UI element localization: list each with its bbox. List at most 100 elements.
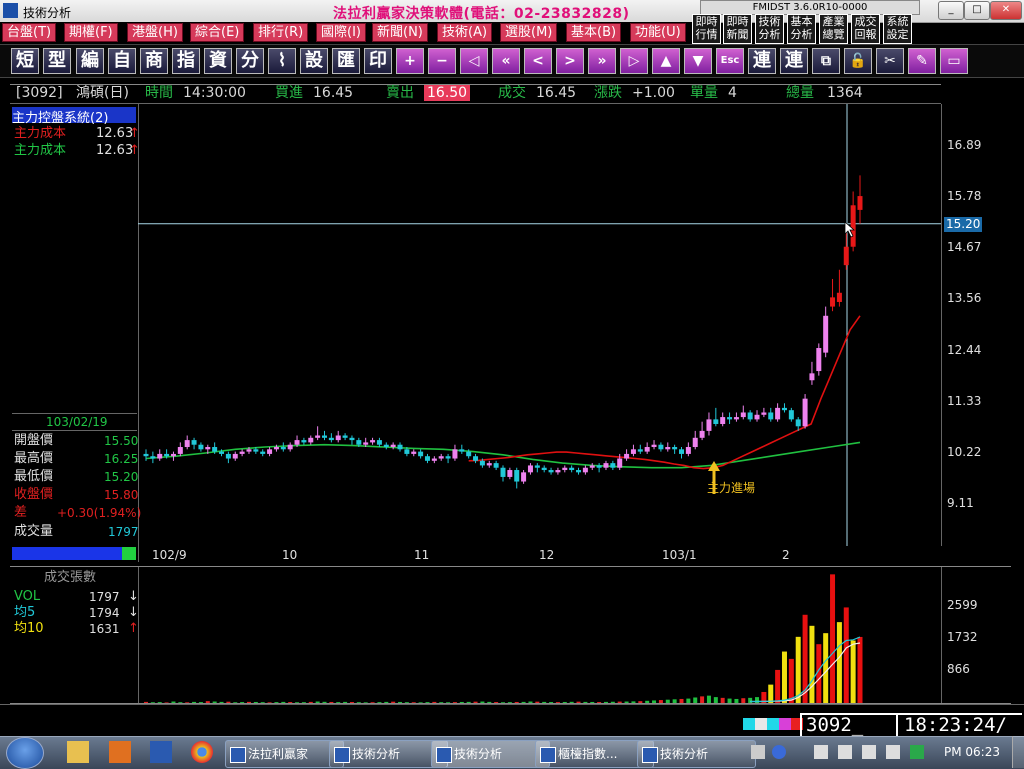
toolbar-edit-button[interactable]: 編	[76, 48, 104, 74]
close-button[interactable]: ✕	[990, 1, 1022, 20]
menu-news[interactable]: 新聞(N)	[372, 23, 428, 42]
stock-code-input[interactable]: 3092_	[806, 714, 863, 736]
start-button[interactable]	[6, 737, 44, 769]
minimize-button[interactable]: _	[938, 1, 964, 20]
mouse-cursor-icon	[843, 221, 856, 238]
toolbar-chart-icon[interactable]: ⌇	[268, 48, 296, 74]
candle-body	[198, 444, 204, 450]
unit-volume-value: 4	[728, 85, 737, 101]
ask-label: 賣出	[386, 85, 414, 101]
last-icon[interactable]: ▷	[620, 48, 648, 74]
maximize-button[interactable]: □	[964, 1, 990, 20]
volume-bar	[260, 702, 265, 703]
candle-body	[534, 465, 540, 468]
volume-bar	[638, 701, 643, 703]
volume-icon[interactable]	[886, 745, 900, 759]
volume-bar	[836, 622, 842, 703]
scissors-icon[interactable]: ✂	[876, 48, 904, 74]
toolbar-index-button[interactable]: 指	[172, 48, 200, 74]
low-value: 15.20	[104, 470, 139, 484]
network-icon[interactable]	[862, 745, 876, 759]
menu-international[interactable]: 國際(I)	[316, 23, 366, 42]
candle-body	[418, 451, 424, 457]
volume-bar	[610, 701, 615, 703]
change-value: +1.00	[632, 85, 675, 101]
toolbar-commodity-button[interactable]: 商	[140, 48, 168, 74]
zoom-in-icon[interactable]: +	[396, 48, 424, 74]
fast-forward-icon[interactable]: »	[588, 48, 616, 74]
down-icon[interactable]: ▼	[684, 48, 712, 74]
taskbar-clock[interactable]: PM 06:23	[944, 745, 1000, 759]
taskbar-technical-analysis-2[interactable]: 技術分析	[431, 740, 550, 768]
volume-bar	[336, 702, 341, 703]
drive-icon[interactable]	[910, 745, 924, 759]
taskbar-technical-analysis-3[interactable]: 技術分析	[637, 740, 756, 768]
toolbar-split-button[interactable]: 分	[236, 48, 264, 74]
zoom-out-icon[interactable]: −	[428, 48, 456, 74]
forward-icon[interactable]: >	[556, 48, 584, 74]
menu-fundamentals[interactable]: 基本(B)	[566, 23, 622, 42]
menu-hk[interactable]: 港盤(H)	[127, 23, 183, 42]
first-icon[interactable]: ◁	[460, 48, 488, 74]
menu-options[interactable]: 期權(F)	[64, 23, 118, 42]
price-chart-area[interactable]	[138, 104, 942, 546]
candle-body	[658, 444, 664, 450]
menu-stock-picking[interactable]: 選股(M)	[500, 23, 558, 42]
date-tick-label: 103/1	[662, 548, 697, 562]
escape-icon[interactable]: Esc	[716, 48, 744, 74]
up-arrow-icon: ↑	[128, 621, 139, 636]
back-icon[interactable]: <	[524, 48, 552, 74]
up-icon[interactable]: ▲	[652, 48, 680, 74]
scroll-thumb[interactable]	[122, 547, 136, 560]
show-desktop-button[interactable]	[1012, 736, 1024, 768]
quick-realtime-quote[interactable]: 即時 行情	[692, 14, 721, 44]
keyboard-icon[interactable]	[751, 745, 765, 759]
toolbar-short-button[interactable]: 短	[11, 48, 39, 74]
toolbar-link-button[interactable]: 連	[748, 48, 776, 74]
toolbar-custom-button[interactable]: 自	[108, 48, 136, 74]
toolbar-print-button[interactable]: 印	[364, 48, 392, 74]
explorer-icon[interactable]	[67, 741, 89, 763]
tray-arrow-icon[interactable]	[814, 745, 828, 759]
taskbar-ferrari-app[interactable]: 法拉利贏家	[225, 740, 344, 768]
flag-icon[interactable]	[838, 745, 852, 759]
candle-body	[651, 444, 657, 448]
quick-technical-analysis[interactable]: 技術 分析	[755, 14, 784, 44]
bid-label: 買進	[275, 85, 303, 101]
menu-ranking[interactable]: 排行(R)	[253, 23, 309, 42]
quick-industry-overview[interactable]: 產業 總覽	[819, 14, 848, 44]
quick-realtime-news[interactable]: 即時 新聞	[723, 14, 752, 44]
word-icon[interactable]	[150, 741, 172, 763]
selected-date: 103/02/19	[46, 415, 108, 429]
quick-fundamental-analysis[interactable]: 基本 分析	[787, 14, 816, 44]
menu-technical[interactable]: 技術(A)	[437, 23, 493, 42]
volume-bar	[226, 701, 231, 703]
brand-banner: 法拉利贏家決策軟體(電話：02-23832828)	[333, 6, 630, 22]
toolbar-export-button[interactable]: 匯	[332, 48, 360, 74]
volume-label: 成交量	[14, 524, 54, 539]
volume-panel[interactable]	[10, 566, 1011, 704]
menu-tai-pan[interactable]: 台盤(T)	[2, 23, 57, 42]
fast-back-icon[interactable]: «	[492, 48, 520, 74]
scroll-track[interactable]	[12, 547, 122, 560]
system-selector[interactable]: 主力控盤系統(2)	[12, 107, 136, 126]
help-icon[interactable]	[772, 745, 786, 759]
toolbar-type-button[interactable]: 型	[43, 48, 71, 74]
toolbar-link2-button[interactable]: 連	[780, 48, 808, 74]
toolbar-data-button[interactable]: 資	[204, 48, 232, 74]
chrome-icon[interactable]	[191, 741, 213, 763]
frame-icon[interactable]: ▭	[940, 48, 968, 74]
menu-functions[interactable]: 功能(U)	[630, 23, 686, 42]
volume-tick-label: 2599	[947, 598, 978, 613]
quick-system-settings[interactable]: 系統 設定	[883, 14, 912, 44]
window-icon[interactable]: ⧉	[812, 48, 840, 74]
media-player-icon[interactable]	[109, 741, 131, 763]
menu-composite[interactable]: 綜合(E)	[190, 23, 245, 42]
price-tick-label: 9.11	[947, 496, 974, 511]
candle-body	[541, 467, 547, 471]
quick-trade-report[interactable]: 成交 回報	[851, 14, 880, 44]
lock-icon[interactable]: 🔓	[844, 48, 872, 74]
pen-icon[interactable]: ✎	[908, 48, 936, 74]
candle-body	[727, 417, 733, 420]
toolbar-settings-button[interactable]: 設	[300, 48, 328, 74]
